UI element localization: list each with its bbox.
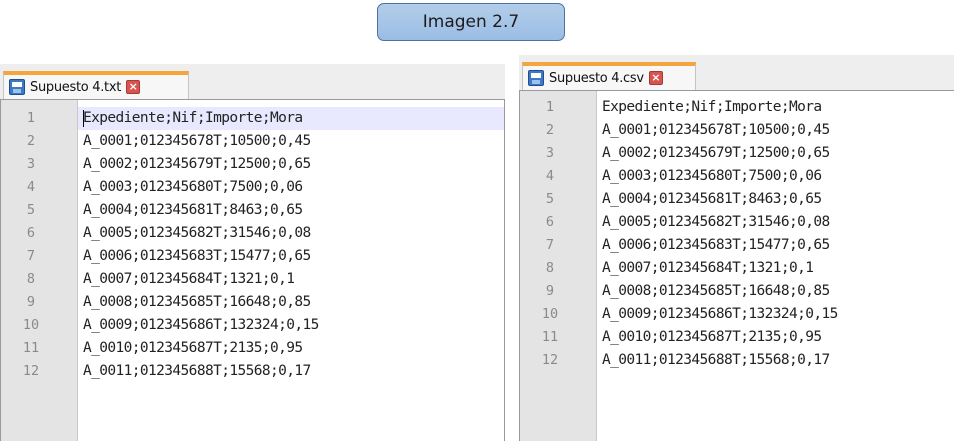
line-number: 7 [26, 248, 36, 264]
line-number: 6 [26, 225, 36, 241]
editor-line: 11 A_0010;012345687T;2135;0,95 [1, 337, 504, 360]
line-text: A_0010;012345687T;2135;0,95 [83, 340, 303, 356]
line-number: 3 [26, 156, 36, 172]
line-number: 12 [22, 363, 40, 379]
line-text: A_0007;012345684T;1321;0,1 [83, 271, 295, 287]
line-number: 4 [545, 168, 555, 184]
editor-line: 6 A_0005;012345682T;31546;0,08 [1, 222, 504, 245]
editor-line: 9 A_0008;012345685T;16648;0,85 [1, 291, 504, 314]
line-text: Expediente;Nif;Importe;Mora [83, 110, 303, 126]
line-text: A_0003;012345680T;7500;0,06 [602, 168, 822, 184]
line-number: 11 [22, 340, 40, 356]
editor-panel-csv: Supuesto 4.csv × 1 Expediente;Nif;Importe… [519, 55, 954, 441]
floppy-save-icon [9, 79, 25, 95]
line-text: A_0008;012345685T;16648;0,85 [602, 283, 830, 299]
text-editor[interactable]: 1 Expediente;Nif;Importe;Mora 2 A_0001;012… [519, 90, 954, 441]
line-text: A_0006;012345683T;15477;0,65 [83, 248, 311, 264]
line-number: 10 [541, 306, 559, 322]
editor-line: 4 A_0003;012345680T;7500;0,06 [520, 165, 954, 188]
editor-line: 8 A_0007;012345684T;1321;0,1 [520, 257, 954, 280]
line-text: A_0001;012345678T;10500;0,45 [83, 133, 311, 149]
line-text: A_0011;012345688T;15568;0,17 [83, 363, 311, 379]
line-number: 4 [26, 179, 36, 195]
editor-line: 12 A_0011;012345688T;15568;0,17 [520, 349, 954, 372]
tab-bar: Supuesto 4.txt × [0, 64, 505, 99]
line-number: 12 [541, 352, 559, 368]
line-number: 2 [26, 133, 36, 149]
line-text: A_0005;012345682T;31546;0,08 [602, 214, 830, 230]
line-number: 9 [26, 294, 36, 310]
line-number: 5 [26, 202, 36, 218]
floppy-save-icon [528, 70, 544, 86]
editor-lines: 1 Expediente;Nif;Importe;Mora 2 A_0001;012… [1, 107, 504, 383]
editor-line: 2 A_0001;012345678T;10500;0,45 [1, 130, 504, 153]
line-number: 8 [545, 260, 555, 276]
tab-label: Supuesto 4.txt [30, 79, 122, 95]
editor-line: 1 Expediente;Nif;Importe;Mora [520, 96, 954, 119]
line-text: A_0008;012345685T;16648;0,85 [83, 294, 311, 310]
editor-line: 8 A_0007;012345684T;1321;0,1 [1, 268, 504, 291]
editor-line: 7 A_0006;012345683T;15477;0,65 [520, 234, 954, 257]
line-text: A_0002;012345679T;12500;0,65 [602, 145, 830, 161]
editor-line: 10 A_0009;012345686T;132324;0,15 [1, 314, 504, 337]
editor-line: 7 A_0006;012345683T;15477;0,65 [1, 245, 504, 268]
editor-line: 3 A_0002;012345679T;12500;0,65 [520, 142, 954, 165]
line-text: A_0004;012345681T;8463;0,65 [602, 191, 822, 207]
line-number: 1 [26, 110, 36, 126]
close-icon[interactable]: × [648, 71, 663, 85]
tab-supuesto-4-txt[interactable]: Supuesto 4.txt × [3, 71, 189, 99]
text-editor[interactable]: 1 Expediente;Nif;Importe;Mora 2 A_0001;012… [0, 99, 505, 441]
line-text: A_0009;012345686T;132324;0,15 [602, 306, 838, 322]
line-text: A_0009;012345686T;132324;0,15 [83, 317, 319, 333]
editor-line: 11 A_0010;012345687T;2135;0,95 [520, 326, 954, 349]
tab-bar: Supuesto 4.csv × [519, 55, 954, 90]
close-icon[interactable]: × [126, 80, 141, 94]
editor-line: 10 A_0009;012345686T;132324;0,15 [520, 303, 954, 326]
editor-lines: 1 Expediente;Nif;Importe;Mora 2 A_0001;012… [520, 96, 954, 372]
line-number: 2 [545, 122, 555, 138]
editor-line: 2 A_0001;012345678T;10500;0,45 [520, 119, 954, 142]
editor-line: 5 A_0004;012345681T;8463;0,65 [520, 188, 954, 211]
line-number: 1 [545, 99, 555, 115]
line-text: Expediente;Nif;Importe;Mora [602, 99, 822, 115]
line-text: A_0010;012345687T;2135;0,95 [602, 329, 822, 345]
editor-line: 4 A_0003;012345680T;7500;0,06 [1, 176, 504, 199]
line-text: A_0003;012345680T;7500;0,06 [83, 179, 303, 195]
line-number: 7 [545, 237, 555, 253]
line-text: A_0005;012345682T;31546;0,08 [83, 225, 311, 241]
line-text: A_0007;012345684T;1321;0,1 [602, 260, 814, 276]
line-number: 3 [545, 145, 555, 161]
line-number: 5 [545, 191, 555, 207]
line-text: A_0006;012345683T;15477;0,65 [602, 237, 830, 253]
editor-panel-txt: Supuesto 4.txt × 1 Expediente;Nif;Importe… [0, 64, 505, 441]
line-text: A_0001;012345678T;10500;0,45 [602, 122, 830, 138]
line-text: A_0004;012345681T;8463;0,65 [83, 202, 303, 218]
line-text: A_0002;012345679T;12500;0,65 [83, 156, 311, 172]
tab-supuesto-4-csv[interactable]: Supuesto 4.csv × [522, 62, 696, 90]
line-number: 9 [545, 283, 555, 299]
editor-line: 12 A_0011;012345688T;15568;0,17 [1, 360, 504, 383]
editor-line: 3 A_0002;012345679T;12500;0,65 [1, 153, 504, 176]
tab-label: Supuesto 4.csv [549, 70, 644, 86]
line-number: 10 [22, 317, 40, 333]
line-text: A_0011;012345688T;15568;0,17 [602, 352, 830, 368]
editor-line: 1 Expediente;Nif;Importe;Mora [1, 107, 504, 130]
line-number: 6 [545, 214, 555, 230]
editor-line: 9 A_0008;012345685T;16648;0,85 [520, 280, 954, 303]
line-number: 11 [541, 329, 559, 345]
image-caption: Imagen 2.7 [377, 3, 565, 41]
line-number: 8 [26, 271, 36, 287]
editor-line: 5 A_0004;012345681T;8463;0,65 [1, 199, 504, 222]
editor-line: 6 A_0005;012345682T;31546;0,08 [520, 211, 954, 234]
